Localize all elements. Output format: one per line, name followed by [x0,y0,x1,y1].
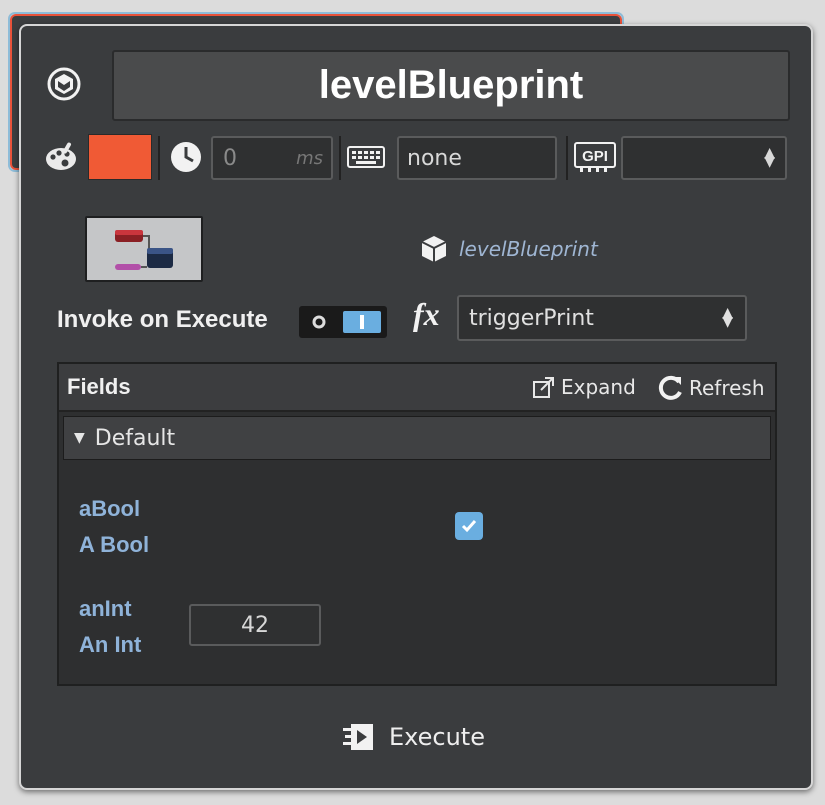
refresh-button[interactable]: Refresh [657,374,765,402]
select-arrows-icon: ▲ ▼ [764,145,775,170]
field-label-abool: A Bool [79,532,150,557]
field-label-anint: An Int [79,632,142,657]
blueprint-graph-button[interactable] [85,216,203,282]
viz-logo-icon [47,67,81,101]
invoke-on-execute-label: Invoke on Execute [57,306,268,333]
blueprint-reference[interactable]: levelBlueprint [419,234,598,264]
field-name-anint: anInt [79,596,132,621]
delay-value: 0 [223,145,237,171]
gpi-select[interactable]: ▲ ▼ [621,136,787,180]
refresh-icon [658,375,682,400]
expand-button[interactable]: Expand [531,374,636,400]
cube-icon [421,236,447,262]
function-select-value: triggerPrint [469,305,594,331]
delay-input[interactable]: 0 ms [211,136,333,180]
abool-checkbox[interactable] [455,512,483,540]
anint-input[interactable]: 42 [189,604,321,646]
keyboard-icon [347,146,385,172]
select-arrows-icon: ▲ ▼ [722,305,733,330]
color-swatch[interactable] [88,134,152,180]
clock-icon [169,140,203,178]
expand-icon [533,377,554,398]
divider [158,136,160,180]
default-group-label: Default [94,425,176,451]
refresh-label: Refresh [689,376,765,400]
blueprint-reference-label: levelBlueprint [459,237,598,261]
collapse-triangle-icon: ▼ [74,430,85,446]
function-icon: fx [413,296,440,332]
gpi-icon: GPI [574,142,616,176]
fields-title: Fields [67,374,131,399]
svg-text:GPI: GPI [582,148,608,165]
divider [566,136,568,180]
keybind-input[interactable]: none [397,136,557,180]
divider [339,136,341,180]
execute-icon [343,724,373,750]
execute-button[interactable]: Execute [343,722,485,752]
execute-label: Execute [389,723,485,751]
expand-label: Expand [561,375,636,399]
palette-icon [43,142,79,176]
blueprint-panel: levelBlueprint 0 ms none GPI ▲ ▼ levelBl… [19,24,813,790]
checkmark-icon [461,520,477,533]
fields-section: Fields Expand Refresh ▼ Default aBool A … [57,362,777,686]
fields-header: Fields Expand Refresh [59,364,775,412]
title-field[interactable]: levelBlueprint [112,50,790,121]
default-group-header[interactable]: ▼ Default [63,416,771,460]
blueprint-graph-icon [115,230,173,270]
delay-unit: ms [296,147,323,169]
invoke-toggle[interactable] [299,306,387,338]
function-select[interactable]: triggerPrint ▲ ▼ [457,295,747,341]
field-name-abool: aBool [79,496,141,521]
